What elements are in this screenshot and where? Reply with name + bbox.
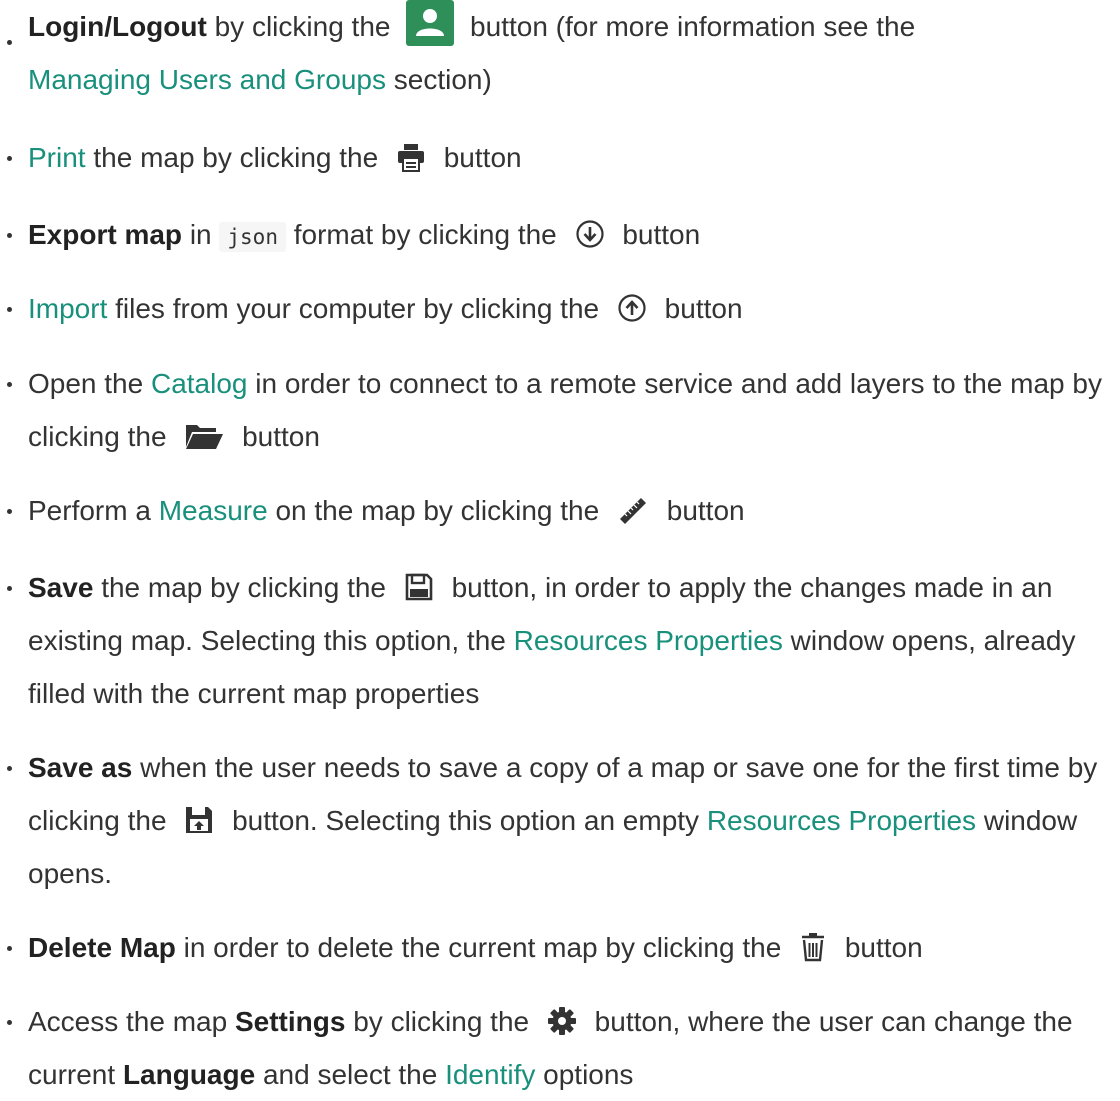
resources-properties-link-2[interactable]: Resources Properties (707, 805, 976, 836)
identify-link[interactable]: Identify (445, 1059, 535, 1090)
gear-icon (547, 1006, 577, 1036)
save-as-icon (184, 805, 214, 835)
print-text-2: button (443, 142, 522, 173)
floppy-disk-icon (404, 572, 434, 602)
catalog-link[interactable]: Catalog (151, 368, 248, 399)
export-map-label: Export map (28, 219, 183, 250)
print-link[interactable]: Print (28, 142, 86, 173)
print-text: the map by clicking the (93, 142, 379, 173)
login-text: by clicking the (214, 11, 391, 42)
json-code: json (219, 222, 286, 252)
download-circle-icon (575, 219, 605, 249)
import-text-2: button (664, 293, 743, 324)
managing-users-link[interactable]: Managing Users and Groups (28, 64, 386, 95)
list-item-export: Export map in json format by clicking th… (0, 208, 1110, 264)
save-label: Save (28, 572, 94, 603)
resources-properties-link[interactable]: Resources Properties (514, 625, 783, 656)
list-item-import: Import files from your computer by click… (0, 282, 1110, 335)
export-text-2: format by clicking the (293, 219, 557, 250)
delete-text-2: button (844, 932, 923, 963)
list-item-save: Save the map by clicking the button, in … (0, 561, 1110, 720)
delete-map-label: Delete Map (28, 932, 176, 963)
list-item-login: Login/Logout by clicking the button (for… (0, 0, 1110, 106)
login-text-2: button (for more information see the (470, 11, 916, 42)
save-as-label: Save as (28, 752, 133, 783)
export-text: in (189, 219, 212, 250)
settings-text-2: by clicking the (353, 1006, 530, 1037)
settings-text: Access the map (28, 1006, 228, 1037)
list-item-measure: Perform a Measure on the map by clicking… (0, 484, 1110, 537)
list-item-save-as: Save as when the user needs to save a co… (0, 741, 1110, 900)
trash-icon (799, 932, 827, 962)
import-link[interactable]: Import (28, 293, 107, 324)
print-icon (396, 142, 426, 172)
user-icon (406, 0, 455, 46)
list-item-catalog: Open the Catalog in order to connect to … (0, 357, 1110, 463)
settings-text-5: options (543, 1059, 634, 1090)
settings-text-4: and select the (262, 1059, 438, 1090)
export-text-3: button (622, 219, 701, 250)
save-text: the map by clicking the (101, 572, 386, 603)
login-text-3: section) (393, 64, 492, 95)
catalog-text: Open the (28, 368, 144, 399)
folder-open-icon (184, 421, 224, 451)
list-item-delete: Delete Map in order to delete the curren… (0, 921, 1110, 974)
delete-text: in order to delete the current map by cl… (183, 932, 782, 963)
language-label: Language (122, 1059, 256, 1090)
login-logout-label: Login/Logout (28, 11, 207, 42)
list-item-settings: Access the map Settings by clicking the (0, 995, 1110, 1101)
catalog-text-3: button (242, 421, 320, 452)
settings-label: Settings (234, 1006, 346, 1037)
save-as-text-2: button. Selecting this option an empty (232, 805, 700, 836)
measure-text-2: on the map by clicking the (275, 495, 600, 526)
upload-circle-icon (617, 293, 647, 323)
measure-link[interactable]: Measure (159, 495, 268, 526)
import-text: files from your computer by clicking the (115, 293, 600, 324)
measure-text-3: button (666, 495, 745, 526)
ruler-icon (617, 495, 649, 525)
list-item-print: Print the map by clicking the button (0, 131, 1110, 184)
document: Login/Logout by clicking the button (for… (0, 0, 1120, 1097)
measure-text: Perform a (28, 495, 151, 526)
